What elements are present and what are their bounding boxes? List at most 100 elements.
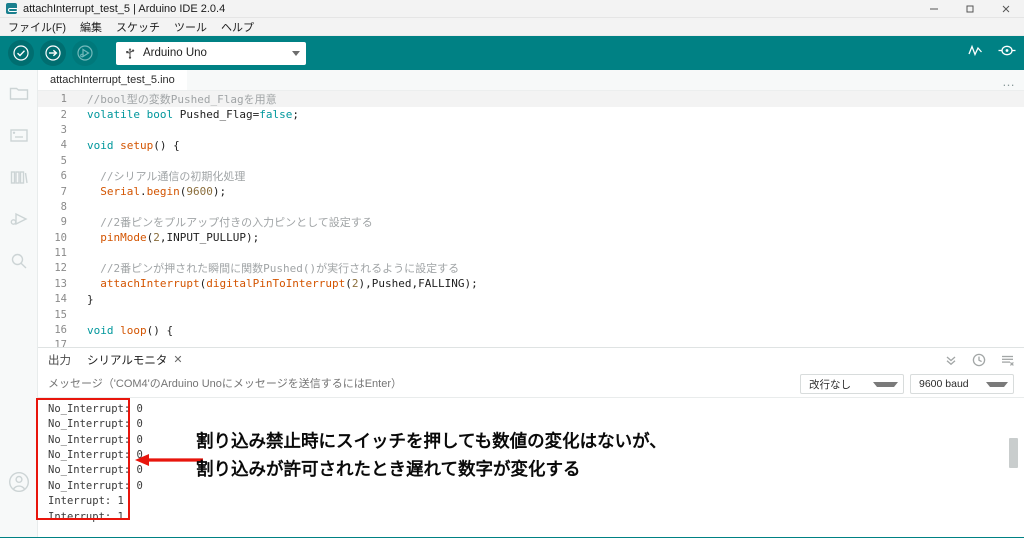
code-line-text: Serial.begin(9600);: [76, 185, 226, 199]
window-title: attachInterrupt_test_5 | Arduino IDE 2.0…: [23, 2, 226, 15]
serial-monitor-scrollbar[interactable]: [1009, 437, 1018, 468]
code-line-text: volatile bool Pushed_Flag=false;: [76, 108, 299, 122]
menu-item-file[interactable]: ファイル(F): [8, 19, 66, 35]
tab-serial-monitor-label: シリアルモニタ: [87, 354, 168, 367]
code-line: 10 pinMode(2,INPUT_PULLUP);: [38, 230, 1024, 245]
line-number: 13: [54, 277, 67, 290]
menu-bar: ファイル(F) 編集 スケッチ ツール ヘルプ: [0, 18, 1024, 36]
board-manager-icon[interactable]: [9, 126, 29, 144]
code-line-text: pinMode(2,INPUT_PULLUP);: [76, 231, 259, 245]
code-line-text: //2番ピンが押された瞬間に関数Pushed()が実行されるように設定する: [76, 260, 459, 277]
main-toolbar: Arduino Uno: [0, 36, 1024, 70]
code-line-text: //2番ピンをプルアップ付きの入力ピンとして設定する: [76, 214, 373, 231]
serial-output-line: No_Interrupt: 0: [48, 402, 143, 415]
clear-output-icon[interactable]: [1000, 353, 1015, 367]
line-number: 8: [60, 200, 67, 213]
upload-button[interactable]: [40, 40, 66, 66]
serial-selects: 改行なし 9600 baud: [800, 374, 1024, 395]
line-number: 1: [60, 93, 67, 106]
scroll-to-bottom-icon[interactable]: [944, 353, 958, 367]
arduino-ide-window: attachInterrupt_test_5 | Arduino IDE 2.0…: [0, 0, 1024, 538]
line-number: 9: [60, 216, 67, 229]
code-line: 13 attachInterrupt(digitalPinToInterrupt…: [38, 276, 1024, 291]
tab-serial-monitor[interactable]: シリアルモニタ ✕: [87, 352, 183, 368]
usb-icon: [126, 48, 135, 59]
serial-message-input[interactable]: [48, 378, 800, 391]
line-ending-select[interactable]: 改行なし: [800, 374, 904, 395]
line-number: 15: [54, 308, 67, 321]
tab-output[interactable]: 出力: [48, 352, 71, 368]
window-controls: [916, 0, 1024, 18]
serial-plotter-icon[interactable]: [967, 42, 984, 64]
panel-actions: [944, 353, 1015, 367]
menu-item-edit[interactable]: 編集: [80, 19, 102, 35]
line-ending-select-value: 改行なし: [809, 378, 851, 391]
activity-bar: [0, 70, 38, 537]
code-line-text: //シリアル通信の初期化処理: [76, 168, 245, 185]
line-number: 17: [54, 339, 67, 347]
annotation-text-line-1: 割り込み禁止時にスイッチを押しても数値の変化はないが、: [196, 432, 667, 452]
baud-rate-select-value: 9600 baud: [919, 378, 969, 391]
minimize-button[interactable]: [916, 0, 952, 18]
code-line: 5: [38, 153, 1024, 168]
code-line: 7 Serial.begin(9600);: [38, 184, 1024, 199]
line-number: 4: [60, 139, 67, 152]
code-line: 6 //シリアル通信の初期化処理: [38, 168, 1024, 185]
code-line: 15: [38, 307, 1024, 322]
line-number: 5: [60, 154, 67, 167]
code-line: 14}: [38, 292, 1024, 307]
serial-output-line: Interrupt: 1: [48, 495, 124, 508]
close-icon[interactable]: ✕: [173, 353, 182, 366]
menu-item-sketch[interactable]: スケッチ: [116, 19, 160, 35]
code-line: 11: [38, 245, 1024, 260]
left-arrow-icon: [135, 454, 203, 466]
folder-icon[interactable]: [9, 84, 29, 102]
code-line: 2 volatile bool Pushed_Flag=false;: [38, 107, 1024, 122]
board-selector-value: Arduino Uno: [143, 47, 207, 59]
code-editor[interactable]: 1 //bool型の変数Pushed_Flagを用意 2 volatile bool …: [38, 91, 1024, 347]
menu-item-help[interactable]: ヘルプ: [221, 19, 254, 35]
code-line: 3: [38, 122, 1024, 137]
library-manager-icon[interactable]: [9, 168, 29, 186]
chevron-down-icon: [986, 381, 1009, 387]
arduino-logo-icon: [6, 3, 18, 14]
tab-output-label: 出力: [48, 354, 71, 367]
code-line: 12 //2番ピンが押された瞬間に関数Pushed()が実行されるように設定する: [38, 260, 1024, 277]
serial-message-row: 改行なし 9600 baud: [38, 372, 1024, 398]
panel-tab-strip: 出力 シリアルモニタ ✕: [38, 348, 1024, 372]
code-line-text: }: [76, 292, 94, 306]
chevron-down-icon: [872, 381, 898, 387]
editor-tab-sketch[interactable]: attachInterrupt_test_5.ino: [38, 70, 187, 91]
line-number: 16: [54, 324, 67, 337]
serial-monitor-icon[interactable]: [998, 42, 1016, 64]
board-selector[interactable]: Arduino Uno: [116, 41, 306, 65]
debug-button[interactable]: [72, 40, 98, 66]
code-line: 16 void loop() {: [38, 322, 1024, 337]
editor-tab-strip: attachInterrupt_test_5.ino …: [38, 70, 1024, 92]
code-line: 4 void setup() {: [38, 138, 1024, 153]
code-line-text: void setup() {: [76, 138, 180, 152]
menu-item-tools[interactable]: ツール: [174, 19, 207, 35]
code-line-text: //bool型の変数Pushed_Flagを用意: [76, 91, 277, 108]
line-number: 6: [60, 170, 67, 183]
search-icon[interactable]: [9, 252, 29, 270]
maximize-button[interactable]: [952, 0, 988, 18]
verify-button[interactable]: [8, 40, 34, 66]
close-button[interactable]: [988, 0, 1024, 18]
title-bar: attachInterrupt_test_5 | Arduino IDE 2.0…: [0, 0, 1024, 18]
editor-more-actions-button[interactable]: …: [1002, 70, 1016, 92]
code-line: 8: [38, 199, 1024, 214]
code-line-text: void loop() {: [76, 323, 173, 337]
baud-rate-select[interactable]: 9600 baud: [910, 374, 1014, 395]
serial-output-line: Interrupt: 1: [48, 510, 124, 523]
line-number: 3: [60, 123, 67, 136]
timestamp-icon[interactable]: [972, 353, 986, 367]
line-number: 7: [60, 185, 67, 198]
line-number: 11: [54, 247, 67, 260]
line-number: 14: [54, 293, 67, 306]
debug-icon[interactable]: [9, 210, 29, 228]
account-icon[interactable]: [0, 471, 38, 493]
line-number: 2: [60, 108, 67, 121]
toolbar-right-actions: [967, 42, 1016, 64]
code-line: 17: [38, 338, 1024, 347]
